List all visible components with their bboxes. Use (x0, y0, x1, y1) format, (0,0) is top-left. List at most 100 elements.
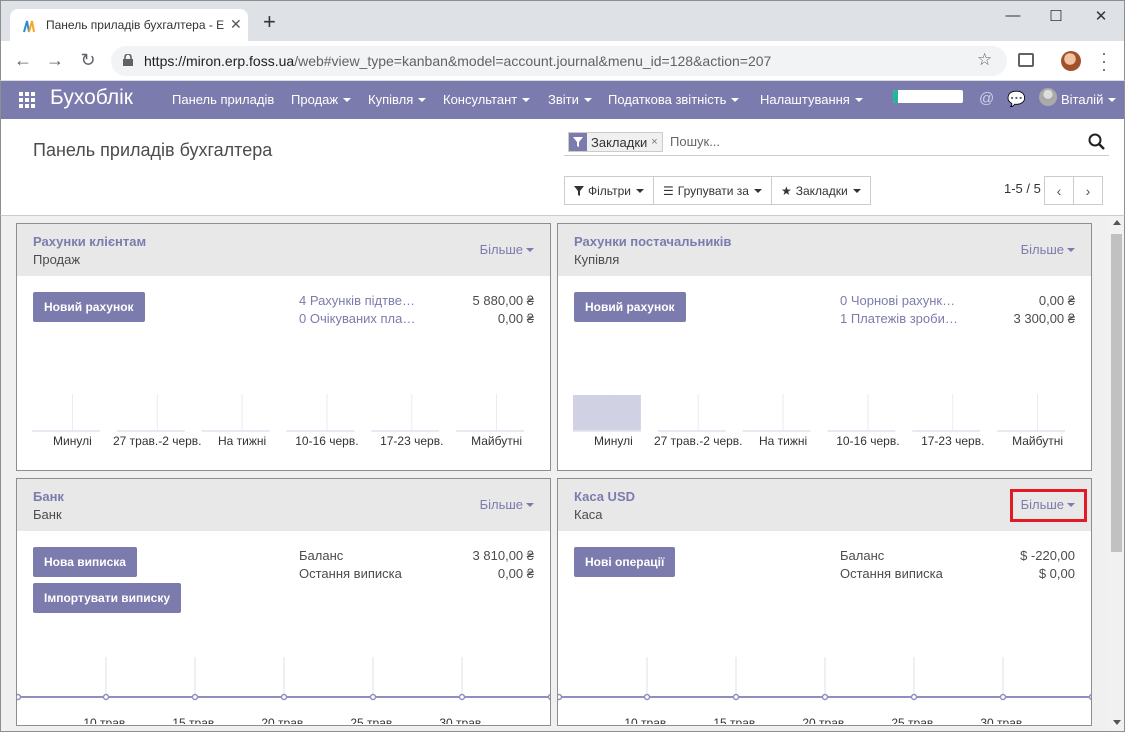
chart-point[interactable] (558, 693, 563, 701)
chart-category-label: Минулі (53, 434, 92, 448)
journal-card-bank: Банк Банк Більше Нова виписка Імпортуват… (16, 478, 551, 726)
card-title[interactable]: Каса USD (574, 489, 635, 504)
bookmark-star-icon[interactable]: ☆ (977, 50, 992, 70)
onboarding-progress-bar[interactable] (893, 90, 963, 103)
vertical-scrollbar[interactable] (1108, 216, 1124, 731)
chart-x-label: 10 трав. (624, 716, 669, 724)
stat-value: $ 0,00 (1038, 566, 1075, 581)
back-arrow-icon[interactable]: ← (12, 50, 34, 71)
chevron-down-icon (343, 98, 352, 102)
chart-point[interactable] (643, 693, 651, 701)
chart-category-label: 17-23 черв. (380, 434, 443, 448)
pager-value[interactable]: 1-5 / 5 (1004, 181, 1041, 196)
new-transactions-button[interactable]: Нові операції (574, 547, 676, 577)
menu-sales[interactable]: Продаж (291, 92, 352, 107)
chart-point[interactable] (102, 693, 110, 701)
chart-point[interactable] (999, 693, 1007, 701)
stat-label[interactable]: 4 Рахунків підтве… (299, 293, 415, 308)
stat-value: $ -220,00 (1020, 548, 1075, 563)
chart-category-label: 27 трав.-2 черв. (654, 434, 743, 448)
stat-label: Баланс (840, 548, 885, 563)
chart-point[interactable] (280, 693, 288, 701)
chart-point[interactable] (732, 693, 740, 701)
chart-bar[interactable] (573, 395, 641, 431)
more-dropdown-button[interactable]: Більше (480, 497, 534, 512)
chevron-down-icon (753, 188, 762, 193)
group-by-button[interactable]: ☰ Групувати за (652, 176, 772, 205)
chart-point[interactable] (191, 693, 199, 701)
journal-line-chart[interactable]: 10 трав. 15 трав. 20 трав. 25 трав. 30 трав. (17, 649, 551, 724)
profile-avatar[interactable] (1061, 51, 1081, 71)
chart-point[interactable] (1088, 693, 1093, 701)
chart-x-label: 15 трав. (172, 716, 217, 724)
stat-label[interactable]: 1 Платежів зроби… (840, 311, 958, 326)
maximize-icon[interactable]: ☐ (1046, 7, 1066, 25)
reload-icon[interactable]: ↻ (77, 50, 99, 71)
chart-point[interactable] (369, 693, 377, 701)
new-bill-button[interactable]: Новий рахунок (574, 292, 686, 322)
chart-point[interactable] (547, 693, 552, 701)
new-tab-button[interactable]: + (263, 11, 276, 33)
at-mention-icon[interactable]: @ (979, 90, 994, 107)
card-subtitle: Купівля (574, 252, 620, 267)
address-field[interactable]: https://miron.erp.foss.ua/web#view_type=… (111, 46, 1007, 76)
card-subtitle: Каса (574, 507, 603, 522)
tab-close-icon[interactable]: ✕ (230, 16, 242, 33)
chart-point[interactable] (17, 693, 22, 701)
more-dropdown-button[interactable]: Більше (1021, 242, 1075, 257)
stat-label[interactable]: 0 Чорнові рахунк… (840, 293, 955, 308)
journal-card-cash-usd: Каса USD Каса Більше Нові операції Балан… (557, 478, 1092, 726)
menu-settings[interactable]: Налаштування (760, 92, 863, 107)
user-avatar[interactable] (1039, 88, 1057, 106)
chart-point[interactable] (458, 693, 466, 701)
card-header: Рахунки постачальників Купівля Більше (558, 224, 1091, 276)
minimize-icon[interactable]: — (1003, 7, 1023, 24)
chat-bubble-icon[interactable]: 💬 (1007, 90, 1026, 108)
pager-previous-button[interactable]: ‹ (1044, 176, 1074, 205)
chevron-down-icon (731, 98, 740, 102)
chart-point[interactable] (821, 693, 829, 701)
facet-remove-icon[interactable]: × (651, 136, 661, 148)
chart-x-label: 15 трав. (713, 716, 758, 724)
app-brand[interactable]: Бухоблік (50, 86, 133, 110)
journal-bar-chart[interactable]: Минулі 27 трав.-2 черв. На тижні 10-16 черв… (17, 389, 551, 449)
chart-point[interactable] (910, 693, 918, 701)
favorites-button[interactable]: ★ Закладки (770, 176, 871, 205)
journal-line-chart[interactable]: 10 трав. 15 трав. 20 трав. 25 трав. 30 трав. (558, 649, 1092, 724)
search-input[interactable] (670, 134, 1070, 149)
chevron-down-icon (635, 188, 644, 193)
browser-menu-icon[interactable]: · · · (1099, 44, 1109, 78)
main-navbar: Бухоблік Панель приладів Продаж Купівля … (0, 81, 1125, 119)
card-title[interactable]: Рахунки постачальників (574, 234, 731, 249)
close-window-icon[interactable]: ✕ (1091, 7, 1111, 25)
new-statement-button[interactable]: Нова виписка (33, 547, 137, 577)
menu-tax-reports[interactable]: Податкова звітність (608, 92, 740, 107)
stat-value: 0,00 ₴ (497, 311, 534, 326)
forward-arrow-icon[interactable]: → (44, 50, 66, 71)
search-icon[interactable] (1088, 133, 1106, 151)
more-dropdown-button[interactable]: Більше (480, 242, 534, 257)
new-invoice-button[interactable]: Новий рахунок (33, 292, 145, 322)
menu-reports[interactable]: Звіти (548, 92, 592, 107)
menu-purchases[interactable]: Купівля (368, 92, 427, 107)
pager-next-button[interactable]: › (1073, 176, 1103, 205)
menu-adviser[interactable]: Консультант (443, 92, 531, 107)
journal-card-customer-invoices: Рахунки клієнтам Продаж Більше Новий рах… (16, 223, 551, 471)
card-title[interactable]: Банк (33, 489, 64, 504)
user-menu[interactable]: Віталій (1061, 92, 1117, 107)
browser-tab[interactable]: Панель приладів бухгалтера - E ✕ (10, 9, 248, 42)
import-statement-button[interactable]: Імпортувати виписку (33, 583, 182, 613)
card-header: Каса USD Каса Більше (558, 479, 1091, 531)
search-facet[interactable]: Закладки × (568, 132, 663, 152)
filters-button[interactable]: Фільтри (564, 176, 654, 205)
stat-label[interactable]: 0 Очікуваних пла… (299, 311, 415, 326)
odoo-favicon-icon (23, 20, 35, 33)
extension-icon[interactable] (1018, 53, 1034, 67)
card-title[interactable]: Рахунки клієнтам (33, 234, 146, 249)
menu-dashboard[interactable]: Панель приладів (172, 92, 274, 107)
apps-grid-icon[interactable] (19, 92, 35, 108)
scroll-thumb (1111, 234, 1122, 552)
stat-value: 3 300,00 ₴ (1013, 311, 1075, 326)
stat-value: 5 880,00 ₴ (472, 293, 534, 308)
journal-bar-chart[interactable]: Минулі 27 трав.-2 черв. На тижні 10-16 черв… (558, 389, 1092, 449)
